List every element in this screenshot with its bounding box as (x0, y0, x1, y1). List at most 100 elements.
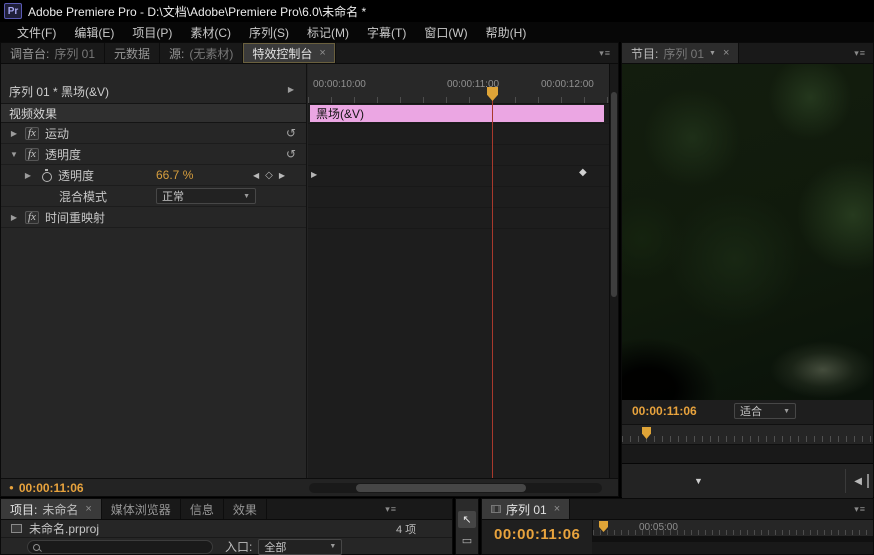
opacity-value[interactable]: 66.7 % (156, 168, 193, 182)
transport-divider (867, 474, 869, 488)
next-keyframe-icon[interactable]: ▶ (279, 171, 285, 180)
row-divider (308, 165, 609, 166)
project-panel: 项目: 未命名 × 媒体浏览器 信息 效果 ▾≡ 未命名.prproj 4 项 (0, 498, 453, 555)
timeline-playhead-marker[interactable] (599, 521, 608, 532)
tab-program-monitor[interactable]: 节目: 序列 01 ▼ × (622, 43, 740, 63)
track-select-tool-button[interactable]: ▭ (458, 532, 476, 549)
ruler-tick-label: 00:00:12:00 (541, 79, 594, 90)
timeline-timecode[interactable]: 00:00:11:06 (494, 526, 580, 543)
playhead-line[interactable] (492, 98, 493, 478)
menu-help[interactable]: 帮助(H) (477, 24, 536, 41)
project-file-name[interactable]: 未命名.prproj (29, 520, 99, 537)
reset-icon[interactable]: ↺ (286, 147, 296, 161)
program-monitor-spacer (622, 445, 873, 463)
project-tabbar: 项目: 未命名 × 媒体浏览器 信息 效果 ▾≡ (1, 499, 452, 520)
selection-tool-button[interactable]: ↖ (458, 511, 476, 528)
effect-row-motion[interactable]: ▶ fx 运动 ↺ (1, 123, 306, 144)
toggle-animation-icon[interactable] (41, 169, 52, 182)
panel-menu-icon[interactable]: ▾≡ (847, 43, 873, 63)
vertical-scrollbar[interactable] (609, 64, 618, 478)
tab-media-browser[interactable]: 媒体浏览器 (102, 499, 181, 519)
menu-marker[interactable]: 标记(M) (298, 24, 358, 41)
collapse-icon[interactable]: ▼ (9, 150, 19, 159)
zoom-level-dropdown[interactable]: 适合 ▼ (734, 403, 796, 419)
tab-effects[interactable]: 效果 (224, 499, 267, 519)
timecode-dot-icon: ● (9, 483, 14, 492)
tab-audio-mixer[interactable]: 调音台: 序列 01 (1, 43, 106, 63)
fx-badge-icon[interactable]: fx (25, 147, 39, 161)
horizontal-scrollbar[interactable] (309, 483, 602, 493)
param-name: 混合模式 (59, 189, 108, 204)
tab-project[interactable]: 项目: 未命名 × (1, 499, 102, 519)
menu-window[interactable]: 窗口(W) (415, 24, 476, 41)
chevron-down-icon[interactable]: ▼ (709, 50, 716, 57)
expand-icon[interactable]: ▶ (23, 171, 33, 180)
menu-title[interactable]: 字幕(T) (358, 24, 415, 41)
expand-icon[interactable]: ▶ (9, 213, 19, 222)
prev-keyframe-icon[interactable]: ◀ (253, 171, 259, 180)
close-icon[interactable]: × (554, 503, 560, 515)
fx-badge-icon[interactable]: fx (25, 126, 39, 140)
transport-back-icon[interactable]: ◀ (854, 476, 862, 487)
menu-clip[interactable]: 素材(C) (181, 24, 240, 41)
program-mini-ruler[interactable] (622, 424, 873, 445)
reset-icon[interactable]: ↺ (286, 126, 296, 140)
tab-effect-controls[interactable]: 特效控制台 × (243, 43, 336, 63)
add-keyframe-icon[interactable]: ◇ (265, 170, 273, 181)
search-icon (33, 543, 41, 552)
effect-row-time-remapping[interactable]: ▶ fx 时间重映射 (1, 207, 306, 228)
current-timecode[interactable]: 00:00:11:06 (19, 481, 84, 495)
tab-info[interactable]: 信息 (181, 499, 224, 519)
app-icon-pr: Pr (4, 3, 22, 19)
transport-dropdown-icon[interactable]: ▼ (694, 476, 703, 486)
close-icon[interactable]: × (85, 503, 91, 515)
param-row-blend-mode[interactable]: 混合模式 正常 ▼ (1, 186, 306, 207)
tab-label: 调音台: (10, 46, 50, 61)
search-input[interactable] (27, 539, 213, 554)
menu-edit[interactable]: 编辑(E) (65, 24, 123, 41)
effect-row-opacity[interactable]: ▼ fx 透明度 ↺ (1, 144, 306, 165)
tab-label: 特效控制台 (252, 46, 313, 61)
dropdown-value: 正常 (162, 191, 184, 203)
scrollbar-thumb[interactable] (611, 92, 617, 297)
panel-menu-icon[interactable]: ▾≡ (378, 499, 404, 519)
project-file-row[interactable]: 未命名.prproj 4 项 (1, 520, 452, 538)
close-icon[interactable]: × (319, 47, 325, 59)
keyframe-diamond-icon[interactable]: ◆ (579, 167, 587, 178)
panel-menu-icon[interactable]: ▾≡ (592, 43, 618, 63)
program-monitor-info-row: 00:00:11:06 适合 ▼ (622, 400, 873, 422)
menu-file[interactable]: 文件(F) (8, 24, 65, 41)
clip-header: 序列 01 * 黑场(&V) ▶ (1, 64, 306, 104)
filter-label: 入口: (225, 540, 253, 554)
section-label: 视频效果 (9, 106, 58, 121)
tab-label: 信息 (189, 502, 214, 517)
timeline-tracks-area (592, 542, 873, 554)
panel-menu-icon[interactable]: ▾≡ (847, 499, 873, 519)
filter-dropdown[interactable]: 全部 ▼ (258, 538, 343, 555)
menu-project[interactable]: 项目(P) (123, 24, 181, 41)
timeline-ruler[interactable]: 00:05:00 (592, 520, 873, 537)
tab-metadata[interactable]: 元数据 (105, 43, 161, 63)
close-icon[interactable]: × (723, 47, 729, 59)
program-playhead-marker[interactable] (642, 427, 651, 439)
sequence-icon (491, 505, 501, 513)
keyframe-navigator: ◀ ◇ ▶ (253, 170, 285, 181)
tab-sequence[interactable]: 序列 01 × (482, 499, 571, 519)
param-row-opacity[interactable]: ▶ 透明度 66.7 % ◀ ◇ ▶ (1, 165, 306, 186)
blend-mode-dropdown[interactable]: 正常 ▼ (156, 188, 256, 204)
expand-icon[interactable]: ▶ (9, 129, 19, 138)
effect-timeline-ruler[interactable]: 00:00:10:00 00:00:11:00 00:00:12:00 (308, 64, 609, 104)
project-filter-row: 入口: 全部 ▼ (1, 538, 452, 555)
scrollbar-thumb[interactable] (355, 484, 526, 492)
tab-source-monitor[interactable]: 源: (无素材) (160, 43, 244, 63)
clip-bar[interactable]: 黑场(&V) (310, 105, 604, 122)
dropdown-value: 适合 (740, 406, 762, 418)
dropdown-value: 全部 (264, 541, 287, 554)
program-timecode[interactable]: 00:00:11:06 (632, 404, 697, 418)
menu-sequence[interactable]: 序列(S) (240, 24, 298, 41)
program-transport-bar: ▼ ◀ (622, 463, 873, 498)
timeline-view-toggle-icon[interactable]: ▶ (288, 85, 294, 94)
keyframe-start-icon[interactable]: ▶ (311, 170, 317, 179)
fx-badge-icon[interactable]: fx (25, 210, 39, 224)
timeline-tabbar: 序列 01 × ▾≡ (482, 499, 873, 520)
